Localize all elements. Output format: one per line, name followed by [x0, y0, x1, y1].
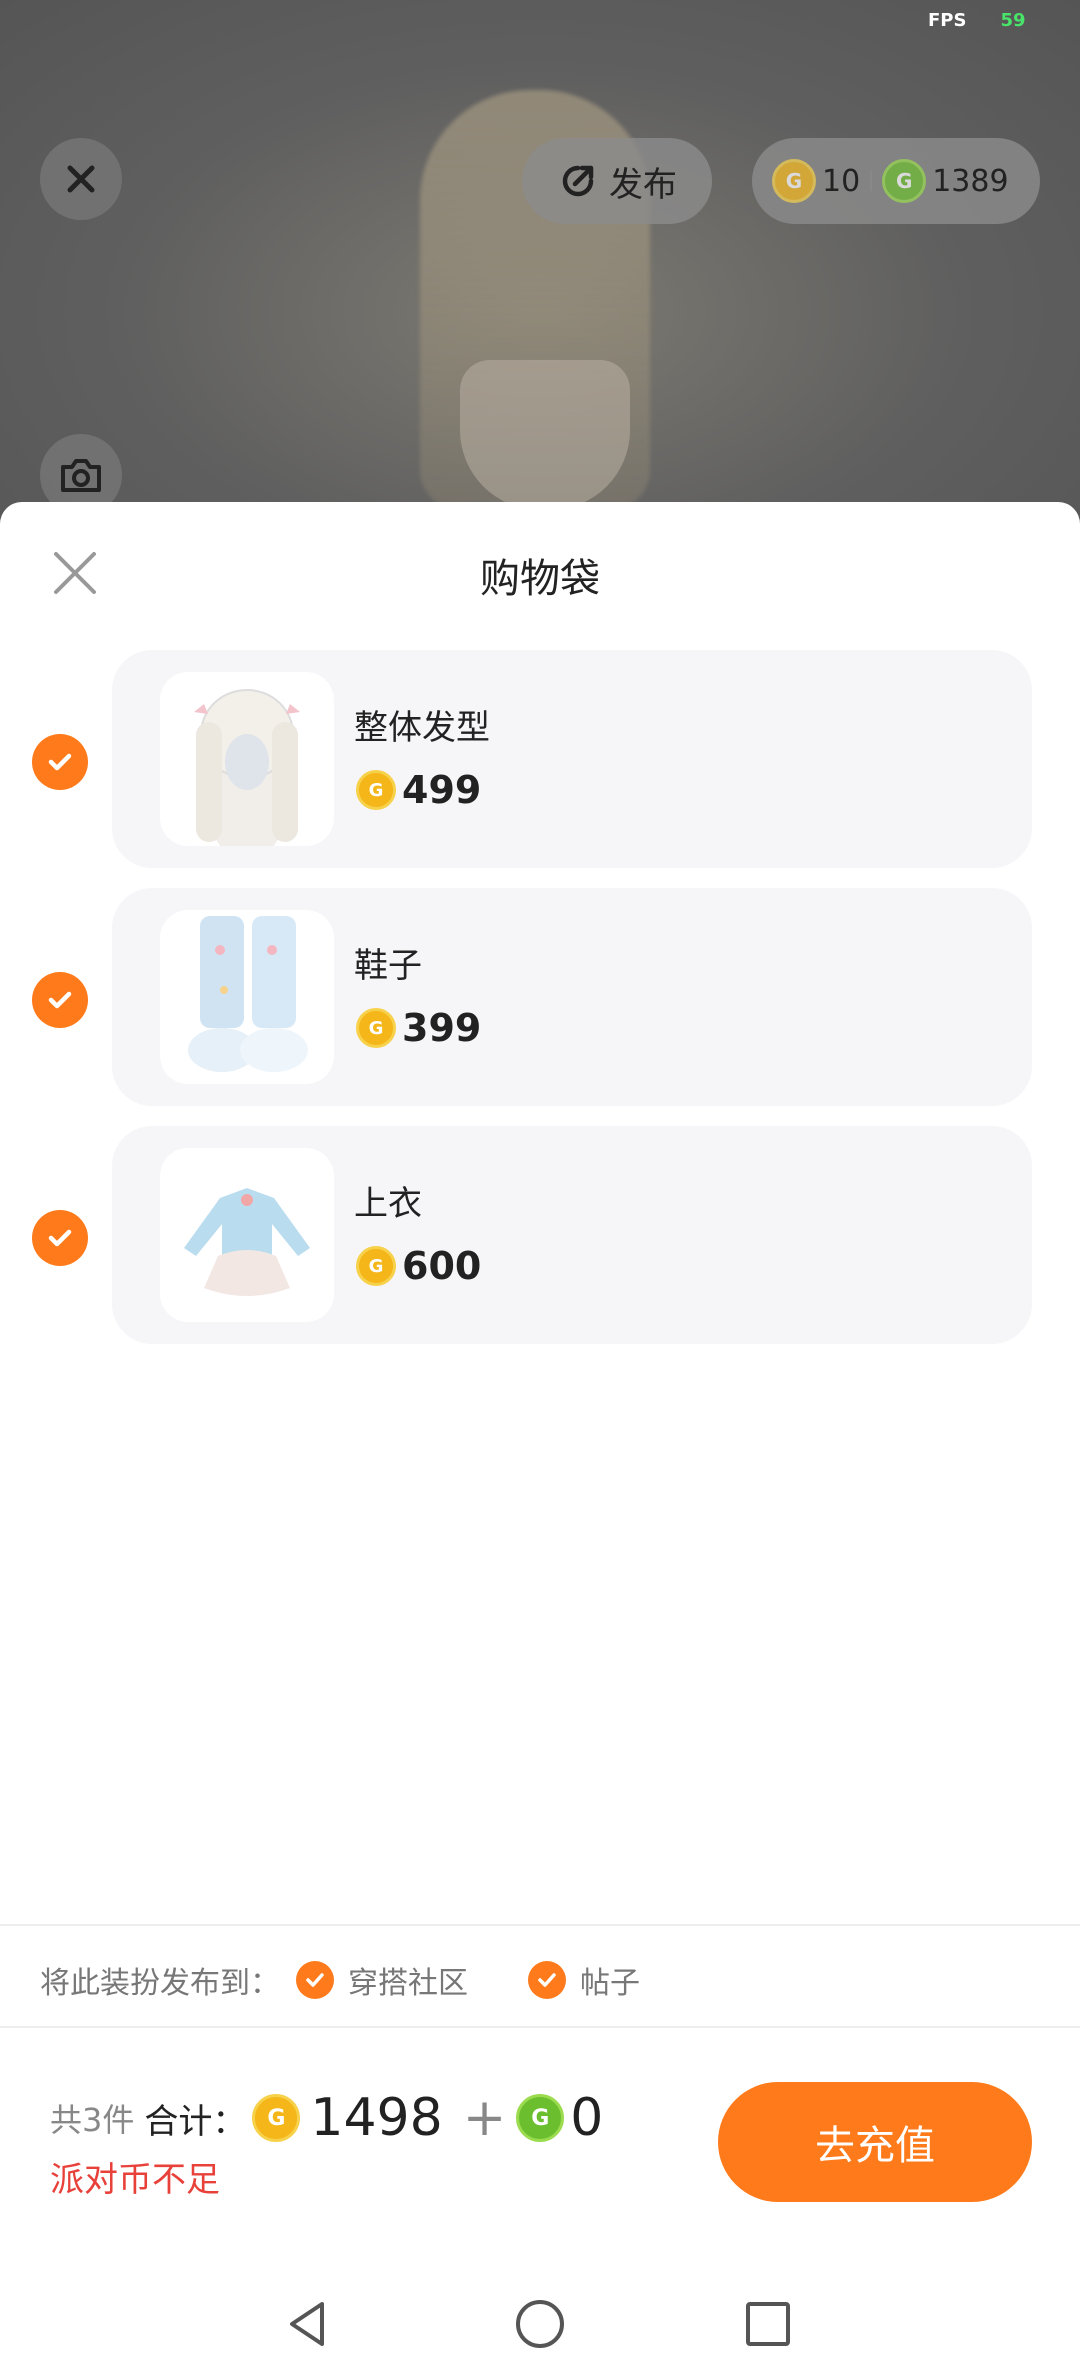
green-coin-icon: G	[882, 159, 927, 203]
item-thumbnail-shoes	[160, 910, 334, 1084]
fps-value: 59	[1000, 10, 1026, 31]
divider	[0, 2026, 1080, 2028]
item-thumbnail-top	[160, 1148, 334, 1322]
insufficient-coins-warning: 派对币不足	[50, 2160, 220, 2200]
item-price: G 600	[356, 1244, 481, 1288]
recents-icon[interactable]	[738, 2294, 798, 2354]
gold-coin-icon: G	[356, 1008, 396, 1048]
party-coin-balance: 10	[822, 163, 861, 199]
item-thumbnail-hair	[160, 672, 334, 846]
wallet-separator	[870, 171, 873, 191]
bag-item: 上衣 G 600	[0, 1126, 1080, 1344]
check-icon	[48, 753, 72, 771]
item-name: 鞋子	[354, 946, 422, 986]
avatar-skirt	[460, 360, 630, 510]
gold-coin-icon: G	[356, 1246, 396, 1286]
check-icon	[48, 991, 72, 1009]
item-count: 共3件	[50, 2101, 135, 2139]
option-outfit-community[interactable]: 穿搭社区	[296, 1958, 468, 2002]
item-name: 整体发型	[354, 708, 490, 748]
item-price-value: 399	[402, 1006, 482, 1050]
coin-balance: 1389	[932, 163, 1009, 199]
check-icon	[528, 1961, 566, 1999]
item-checkbox[interactable]	[32, 734, 88, 790]
option-label: 帖子	[580, 1966, 640, 2001]
plus-sign: +	[462, 2088, 507, 2148]
recharge-button[interactable]: 去充值	[718, 2082, 1032, 2202]
publish-icon	[562, 165, 594, 197]
item-card[interactable]: 鞋子 G 399	[112, 888, 1032, 1106]
publish-to-bar: 将此装扮发布到： 穿搭社区 帖子	[40, 1958, 640, 2002]
item-price-value: 600	[402, 1244, 482, 1288]
check-icon	[296, 1961, 334, 1999]
bag-item: 鞋子 G 399	[0, 888, 1080, 1106]
option-label: 穿搭社区	[348, 1966, 468, 2001]
sheet-title: 购物袋	[480, 556, 600, 602]
close-icon	[67, 165, 95, 193]
bag-item: 整体发型 G 499	[0, 650, 1080, 868]
camera-icon	[61, 459, 101, 492]
divider	[0, 1924, 1080, 1926]
publish-to-label: 将此装扮发布到：	[40, 1966, 280, 2001]
item-price: G 499	[356, 768, 481, 812]
gold-coin-icon: G	[252, 2094, 301, 2142]
fps-label: FPS	[928, 10, 967, 31]
total-label: 合计：	[144, 2101, 247, 2142]
publish-label: 发布	[609, 164, 677, 205]
back-icon[interactable]	[278, 2294, 338, 2354]
home-icon[interactable]	[510, 2294, 570, 2354]
check-icon	[48, 1229, 72, 1247]
item-price-value: 499	[402, 768, 482, 812]
green-total: 0	[570, 2088, 604, 2148]
item-card[interactable]: 整体发型 G 499	[112, 650, 1032, 868]
item-price: G 399	[356, 1006, 481, 1050]
fps-counter: FPS 59	[928, 10, 1026, 31]
close-scene-button[interactable]	[40, 138, 122, 220]
gold-total: 1498	[310, 2088, 443, 2148]
item-card[interactable]: 上衣 G 600	[112, 1126, 1032, 1344]
green-coin-icon: G	[516, 2094, 565, 2142]
item-name: 上衣	[354, 1184, 422, 1224]
gold-coin-icon: G	[772, 159, 816, 203]
order-total: 共3件 合计： G 1498 + G 0	[50, 2088, 613, 2148]
item-checkbox[interactable]	[32, 1210, 88, 1266]
wallet-balance[interactable]: G 10 G 1389	[752, 138, 1040, 224]
option-post[interactable]: 帖子	[528, 1958, 640, 2002]
gold-coin-icon: G	[356, 770, 396, 810]
publish-button[interactable]: 发布	[522, 138, 712, 224]
item-checkbox[interactable]	[32, 972, 88, 1028]
system-nav-bar	[0, 2280, 1080, 2376]
